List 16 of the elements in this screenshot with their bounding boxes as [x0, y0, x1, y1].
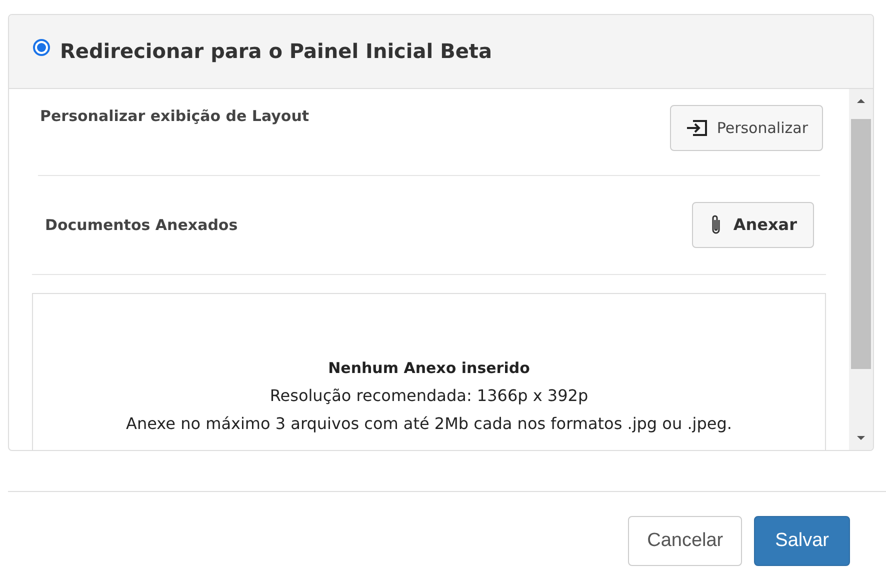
scroll-up-icon — [856, 97, 866, 105]
attach-button[interactable]: Anexar — [692, 202, 814, 248]
save-button[interactable]: Salvar — [754, 516, 850, 566]
resolution-text: Resolução recomendada: 1366p x 392p — [270, 385, 588, 407]
scrollbar-thumb[interactable] — [851, 119, 871, 369]
sign-in-icon — [684, 119, 709, 137]
panel-title: Redirecionar para o Painel Inicial Beta — [60, 38, 492, 65]
hint-text: Anexe no máximo 3 arquivos com até 2Mb cada nos formatos .jpg ou .jpeg. — [126, 413, 732, 435]
section-label: Personalizar exibição de Layout — [40, 106, 310, 127]
scrollbar[interactable] — [849, 89, 873, 450]
cancel-button[interactable]: Cancelar — [628, 516, 742, 566]
empty-title: Nenhum Anexo inserido — [328, 358, 530, 379]
scroll-down-icon — [856, 434, 866, 442]
customize-button[interactable]: Personalizar — [670, 105, 823, 151]
section-label: Documentos Anexados — [45, 214, 238, 236]
radio-button[interactable] — [33, 39, 50, 56]
